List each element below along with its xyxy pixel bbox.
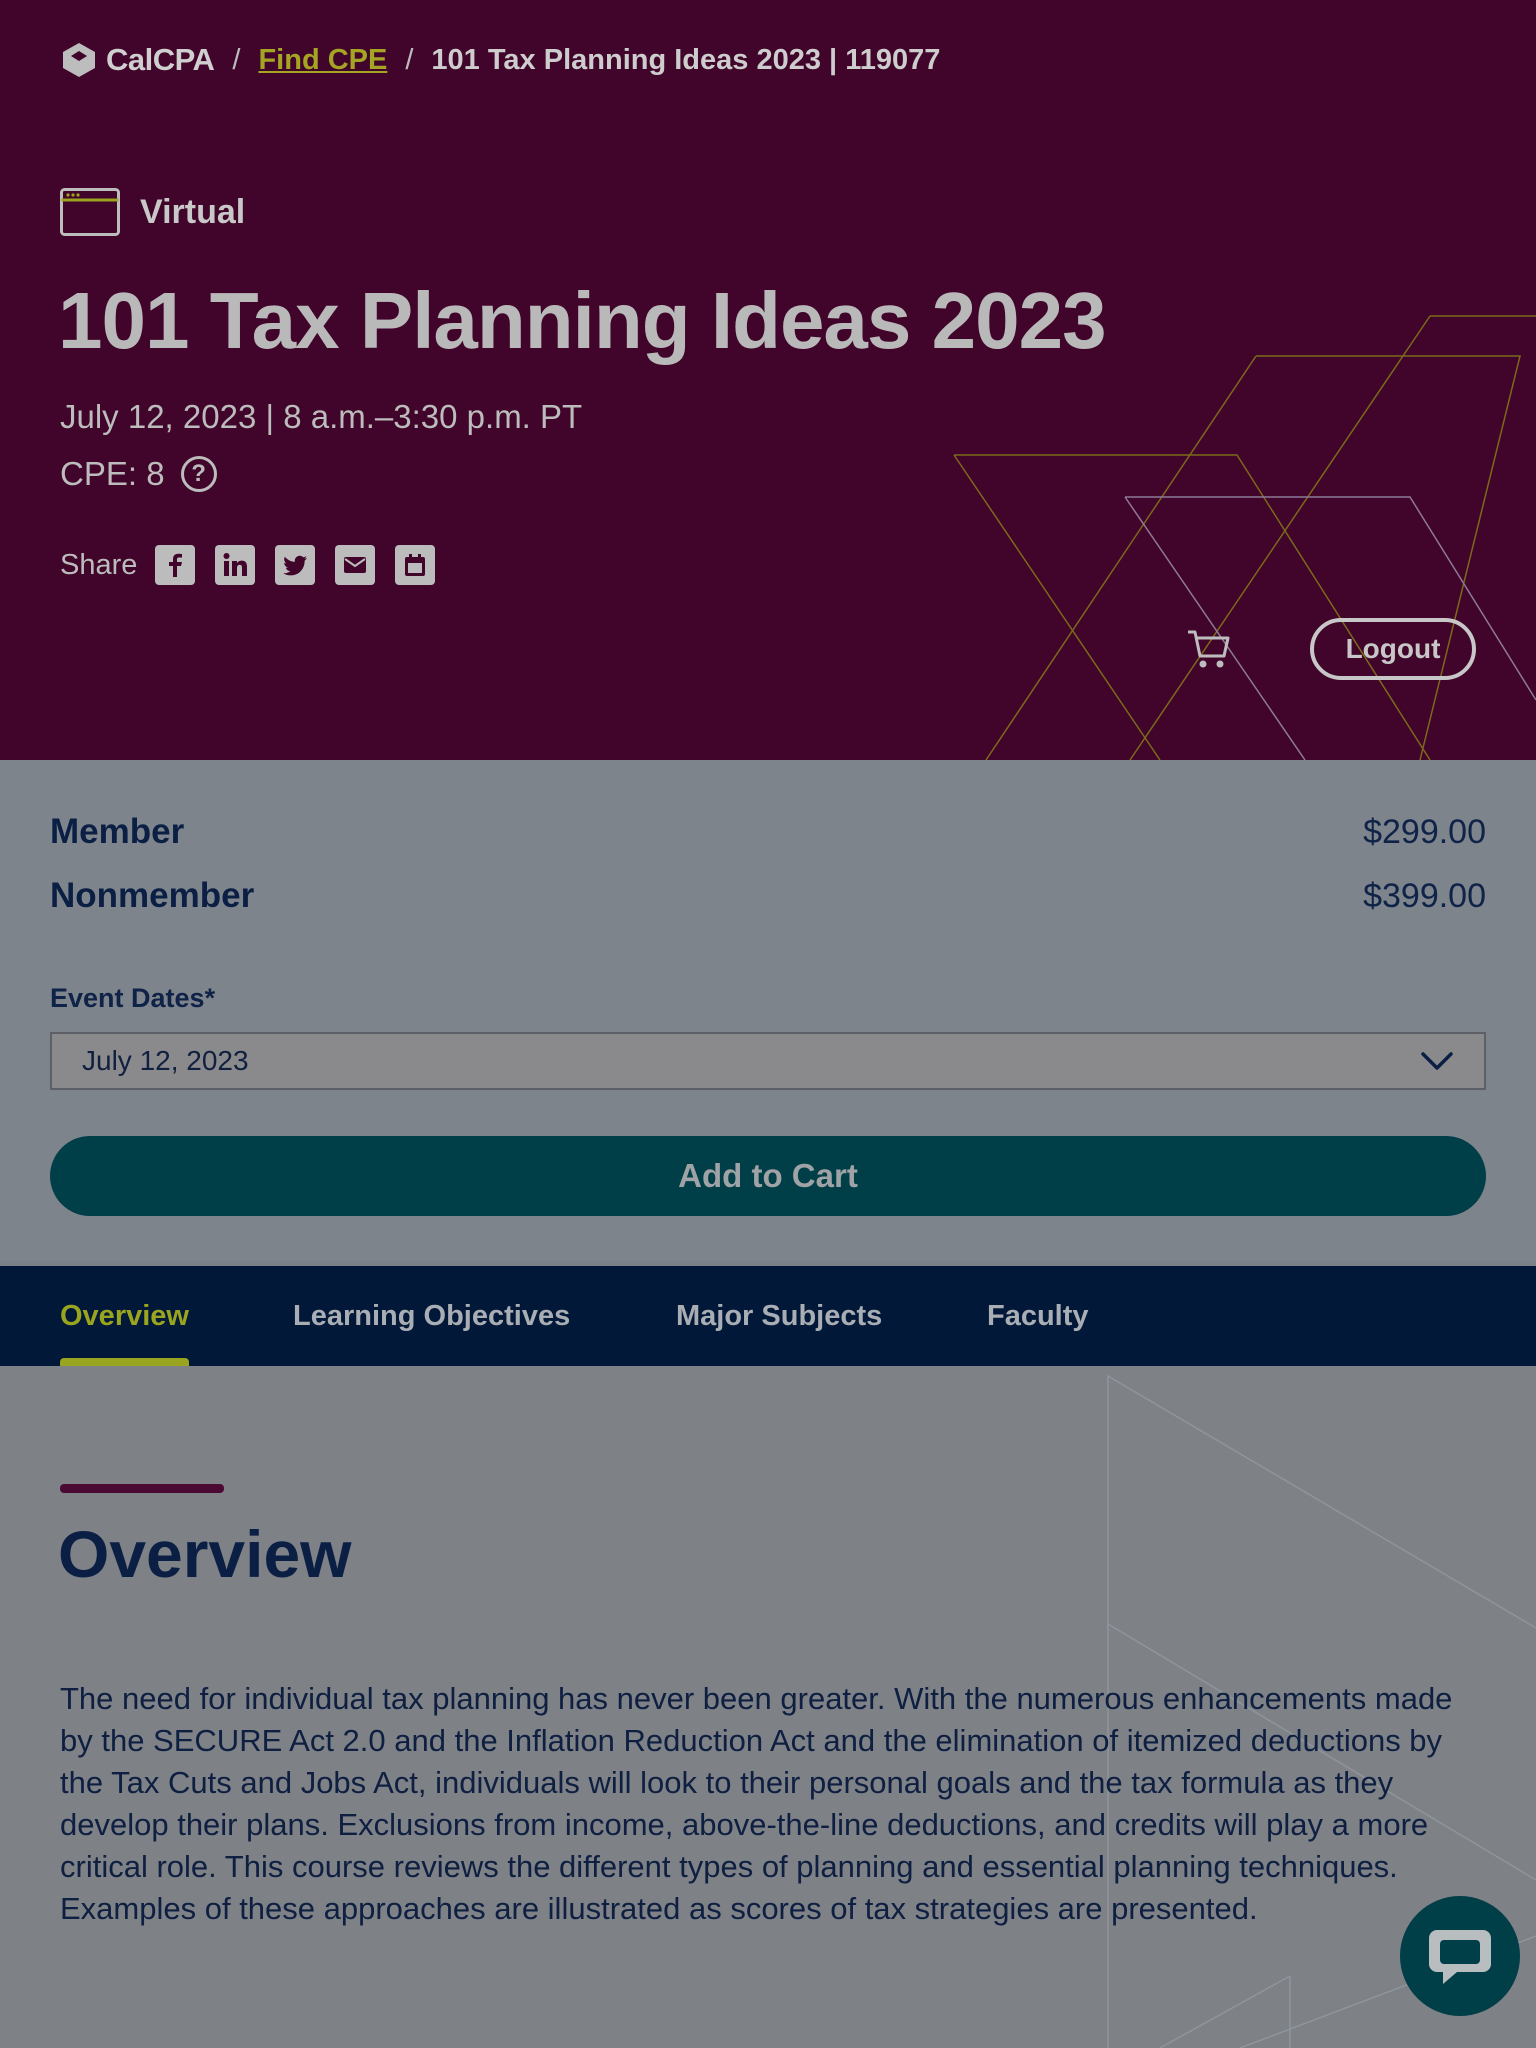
overview-description: The need for individual tax planning has… xyxy=(60,1681,1453,1926)
share-bar: Share xyxy=(60,545,436,585)
tab-label: Faculty xyxy=(987,1299,1089,1332)
email-icon[interactable] xyxy=(335,545,376,585)
event-dates-label: Event Dates* xyxy=(50,983,216,1013)
breadcrumb-link-find-cpe[interactable]: Find CPE xyxy=(258,44,387,77)
hero-banner: CalCPA / Find CPE / 101 Tax Planning Ide… xyxy=(0,0,1536,760)
section-tabs: Overview Learning Objectives Major Subje… xyxy=(0,1266,1536,1366)
logout-button[interactable]: Logout xyxy=(1310,618,1476,680)
heading-accent-bar xyxy=(60,1484,224,1493)
hero-decoration xyxy=(953,315,1536,760)
help-icon[interactable]: ? xyxy=(180,456,217,492)
nonmember-label: Nonmember xyxy=(50,876,255,915)
event-date-time: July 12, 2023 | 8 a.m.–3:30 p.m. PT xyxy=(60,398,583,435)
breadcrumb-current: 101 Tax Planning Ideas 2023 | 119077 xyxy=(431,43,941,76)
linkedin-icon[interactable] xyxy=(215,545,256,585)
calcpa-logo[interactable]: CalCPA xyxy=(60,41,215,79)
tab-faculty[interactable]: Faculty xyxy=(987,1266,1089,1366)
member-label: Member xyxy=(50,812,185,851)
nonmember-price: $399.00 xyxy=(1363,876,1486,915)
breadcrumb: CalCPA / Find CPE / 101 Tax Planning Ide… xyxy=(60,38,940,82)
pricing-panel: Member $299.00 Nonmember $399.00 Event D… xyxy=(0,760,1536,1266)
member-price-row: Member $299.00 xyxy=(50,812,1486,852)
breadcrumb-separator: / xyxy=(405,43,414,76)
tab-label: Learning Objectives xyxy=(293,1299,571,1332)
share-label: Share xyxy=(60,548,138,581)
nonmember-price-row: Nonmember $399.00 xyxy=(50,876,1486,916)
tab-major-subjects[interactable]: Major Subjects xyxy=(676,1266,882,1366)
twitter-icon[interactable] xyxy=(275,545,316,585)
selected-date: July 12, 2023 xyxy=(82,1045,249,1076)
add-to-cart-button[interactable]: Add to Cart xyxy=(50,1136,1486,1216)
logo-mark-icon xyxy=(63,43,95,77)
overview-section: Overview The need for individual tax pla… xyxy=(0,1366,1536,2048)
tab-label: Overview xyxy=(60,1299,189,1332)
cpe-credits: CPE: 8 ? xyxy=(60,455,217,493)
tab-overview[interactable]: Overview xyxy=(60,1266,189,1366)
chevron-down-icon xyxy=(1421,1052,1453,1070)
chat-button[interactable] xyxy=(1400,1896,1520,2016)
page-title: 101 Tax Planning Ideas 2023 xyxy=(58,276,1107,365)
breadcrumb-separator: / xyxy=(232,43,241,76)
chat-bubble-icon xyxy=(1429,1930,1491,1984)
cart-icon[interactable] xyxy=(1186,626,1232,670)
course-format: Virtual xyxy=(60,188,245,236)
tab-learning-objectives[interactable]: Learning Objectives xyxy=(293,1266,570,1366)
format-label: Virtual xyxy=(140,192,246,231)
tab-label: Major Subjects xyxy=(676,1299,883,1332)
logo-text: CalCPA xyxy=(106,42,215,77)
facebook-icon[interactable] xyxy=(155,545,196,585)
member-price: $299.00 xyxy=(1363,812,1486,851)
browser-window-icon xyxy=(60,188,120,236)
cpe-label: CPE: 8 xyxy=(60,455,165,492)
overview-heading: Overview xyxy=(58,1517,352,1591)
active-tab-indicator xyxy=(60,1358,189,1366)
event-date-select[interactable]: July 12, 2023 xyxy=(50,1032,1486,1090)
calendar-icon[interactable] xyxy=(395,545,436,585)
